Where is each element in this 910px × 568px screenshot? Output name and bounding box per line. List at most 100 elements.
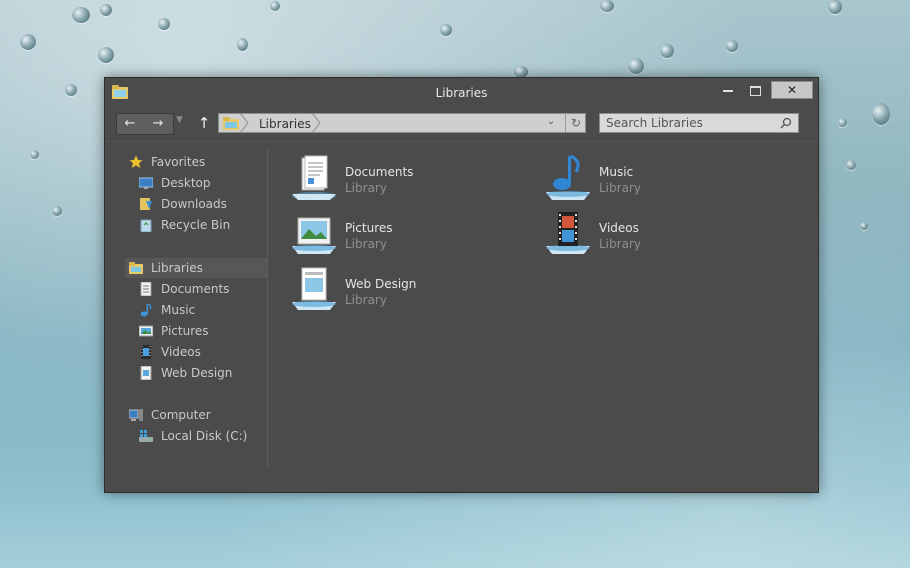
- nav-favorites-label: Favorites: [151, 155, 206, 169]
- water-drop: [20, 34, 36, 50]
- nav-computer-label: Computer: [151, 408, 211, 422]
- back-arrow-icon: ←: [124, 116, 136, 131]
- libraries-folder-icon: [129, 262, 143, 274]
- nav-libraries-label: Libraries: [151, 261, 203, 275]
- content-pane: Documents Library Music Library Pictures…: [275, 142, 815, 472]
- library-name: Documents: [345, 165, 414, 179]
- nav-favorites[interactable]: Favorites: [129, 152, 267, 172]
- nav-item-downloads[interactable]: Downloads: [139, 194, 267, 214]
- up-arrow-icon: ↑: [197, 114, 211, 132]
- refresh-button[interactable]: ↻: [565, 114, 586, 132]
- library-type: Library: [599, 181, 641, 195]
- downloads-icon: [140, 198, 152, 210]
- close-button[interactable]: ✕: [771, 81, 813, 99]
- breadcrumb-libraries[interactable]: Libraries: [259, 117, 311, 131]
- address-bar[interactable]: Libraries ⌄ ↻: [218, 113, 586, 133]
- nav-item-label: Web Design: [161, 366, 233, 380]
- nav-item-label: Pictures: [161, 324, 209, 338]
- nav-item-label: Downloads: [161, 197, 227, 211]
- back-button[interactable]: ←: [117, 114, 143, 134]
- navigation-pane: Favorites Desktop Downloads Recycle Bin …: [105, 142, 267, 472]
- search-input[interactable]: [606, 115, 776, 131]
- water-drop: [52, 206, 62, 216]
- nav-item-label: Recycle Bin: [161, 218, 231, 232]
- library-item-music[interactable]: Music Library: [534, 150, 754, 202]
- water-drop: [440, 24, 452, 36]
- nav-item-label: Documents: [161, 282, 230, 296]
- up-button[interactable]: ↑: [197, 113, 211, 133]
- minimize-button[interactable]: [715, 80, 741, 100]
- pictures-library-icon: [292, 217, 336, 254]
- breadcrumb-separator-icon: [311, 113, 321, 133]
- pane-divider[interactable]: [267, 148, 268, 468]
- water-drop: [237, 38, 248, 51]
- nav-item-web-design[interactable]: Web Design: [139, 363, 267, 383]
- star-icon: [129, 155, 143, 168]
- library-type: Library: [599, 237, 641, 251]
- minimize-icon: [723, 89, 733, 92]
- breadcrumb-separator-icon: [239, 113, 249, 133]
- nav-item-pictures[interactable]: Pictures: [139, 321, 267, 341]
- close-icon: ✕: [786, 83, 798, 97]
- library-item-pictures[interactable]: Pictures Library: [280, 206, 500, 258]
- desktop-icon: [139, 177, 153, 189]
- nav-item-videos[interactable]: Videos: [139, 342, 267, 362]
- water-drop: [270, 1, 280, 11]
- address-dropdown-button[interactable]: ⌄: [544, 116, 558, 127]
- forward-arrow-icon: →: [152, 116, 164, 131]
- music-library-icon: [546, 154, 590, 200]
- nav-item-recycle-bin[interactable]: Recycle Bin: [139, 215, 267, 235]
- library-item-documents[interactable]: Documents Library: [280, 150, 500, 202]
- search-box: [599, 113, 799, 133]
- nav-item-music[interactable]: Music: [139, 300, 267, 320]
- document-icon: [140, 282, 152, 296]
- music-note-icon: [140, 303, 152, 317]
- water-drop: [726, 40, 738, 52]
- nav-item-label: Desktop: [161, 176, 211, 190]
- library-type: Library: [345, 293, 387, 307]
- nav-item-desktop[interactable]: Desktop: [139, 173, 267, 193]
- water-drop: [838, 118, 847, 127]
- library-name: Pictures: [345, 221, 393, 235]
- nav-computer[interactable]: Computer: [129, 405, 267, 425]
- local-disk-icon: [139, 430, 153, 442]
- maximize-button[interactable]: [742, 80, 768, 100]
- forward-button[interactable]: →: [145, 114, 171, 134]
- water-drop: [100, 4, 112, 16]
- recycle-bin-icon: [140, 219, 152, 232]
- recent-locations-button[interactable]: ▼: [176, 115, 183, 125]
- water-drop: [828, 0, 842, 14]
- water-drop: [65, 84, 77, 96]
- videos-library-icon: [546, 212, 590, 254]
- water-drop: [98, 47, 114, 63]
- chevron-down-icon: ▼: [176, 115, 183, 125]
- library-name: Web Design: [345, 277, 417, 291]
- documents-library-icon: [292, 155, 336, 200]
- search-icon[interactable]: [780, 117, 792, 129]
- library-type: Library: [345, 181, 387, 195]
- nav-libraries[interactable]: Libraries: [125, 258, 267, 278]
- window-title: Libraries: [435, 86, 488, 100]
- nav-item-label: Videos: [161, 345, 201, 359]
- water-drop: [600, 0, 614, 12]
- picture-icon: [139, 325, 153, 337]
- nav-item-documents[interactable]: Documents: [139, 279, 267, 299]
- nav-item-label: Local Disk (C:): [161, 429, 248, 443]
- library-item-videos[interactable]: Videos Library: [534, 206, 754, 258]
- library-item-web-design[interactable]: Web Design Library: [280, 262, 500, 314]
- nav-item-label: Music: [161, 303, 196, 317]
- library-name: Music: [599, 165, 634, 179]
- web-design-library-icon: [292, 267, 336, 310]
- water-drop: [660, 44, 674, 58]
- water-drop: [846, 160, 856, 170]
- title-bar[interactable]: Libraries ✕: [105, 78, 818, 108]
- computer-icon: [129, 409, 143, 421]
- water-drop: [72, 7, 90, 23]
- libraries-folder-icon: [223, 117, 239, 130]
- water-drop: [30, 150, 39, 159]
- water-drop: [872, 103, 890, 125]
- explorer-window: Libraries ✕ ← → ▼ ↑ Libraries ⌄ ↻ Fa: [104, 77, 819, 493]
- nav-item-local-disk[interactable]: Local Disk (C:): [139, 426, 267, 446]
- maximize-icon: [749, 85, 761, 96]
- back-forward-group: ← →: [116, 113, 174, 135]
